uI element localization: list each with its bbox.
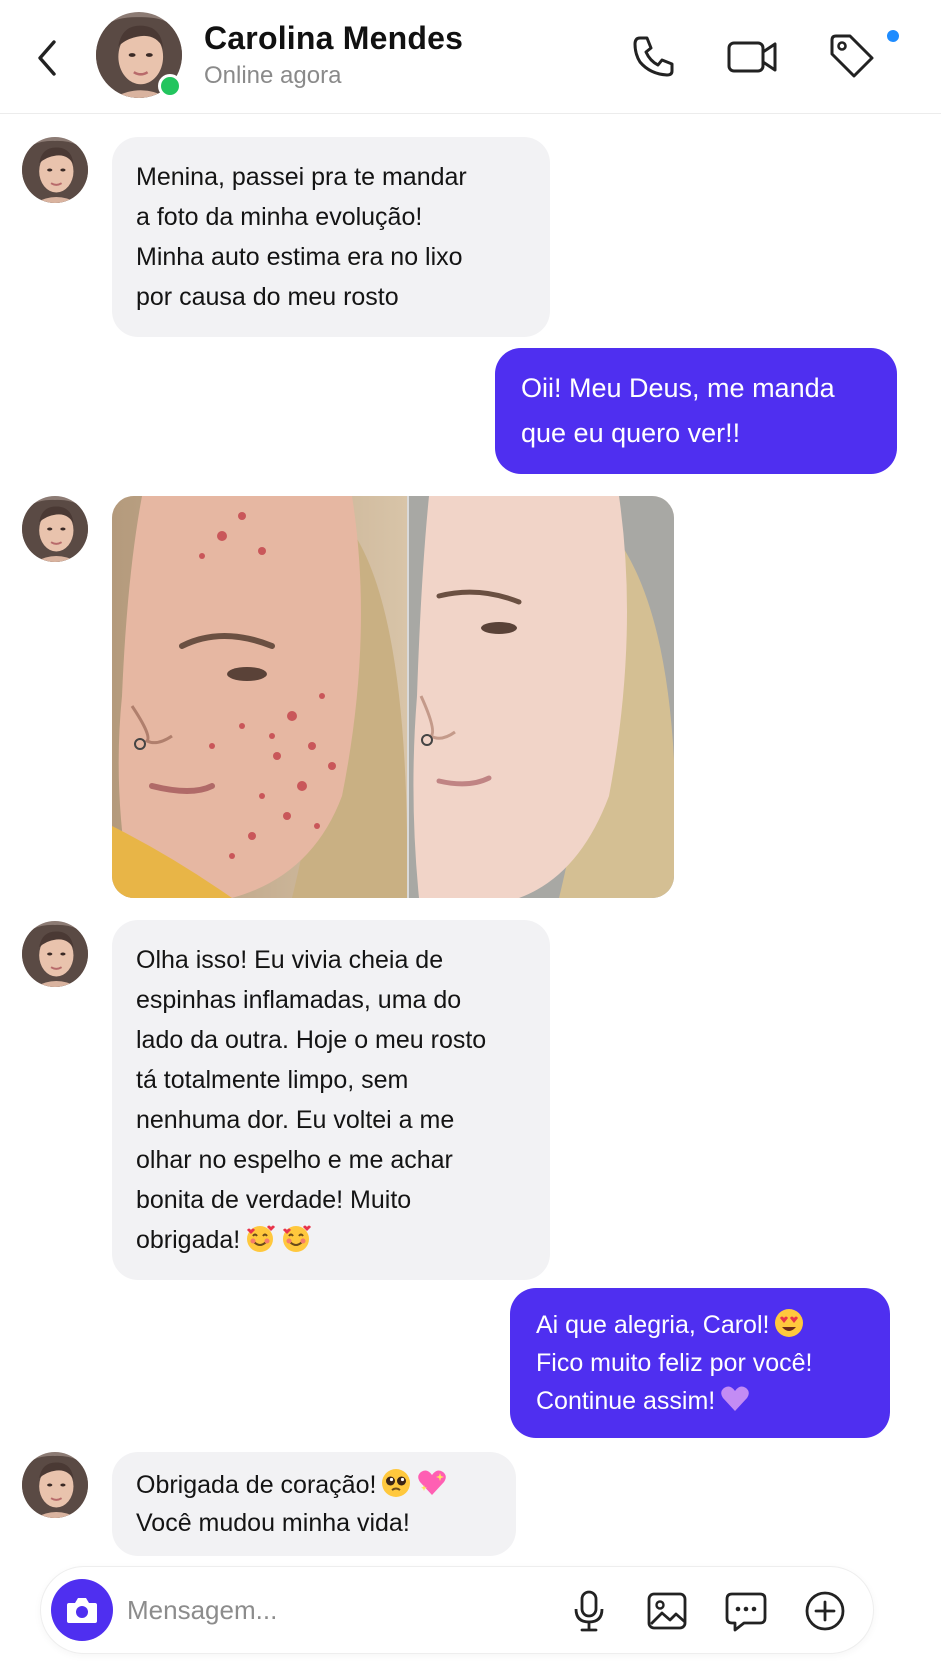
message-line: Ai que alegria, Carol! — [536, 1306, 864, 1344]
notification-badge — [885, 28, 901, 44]
image-icon[interactable] — [643, 1587, 691, 1635]
camera-icon — [67, 1598, 97, 1623]
message-line: a foto da minha evolução! — [136, 203, 423, 231]
message-line: Você mudou minha vida! — [136, 1509, 410, 1537]
message-line: que eu quero ver!! — [521, 418, 741, 448]
message-composer — [40, 1566, 874, 1654]
contact-status: Online agora — [204, 62, 342, 89]
message-line: Menina, passei pra te mandar — [136, 163, 467, 191]
message-bubble-incoming[interactable]: Obrigada de coração! Você mudou minha vi… — [112, 1452, 516, 1556]
avatar-image — [22, 496, 88, 562]
message-line: tá totalmente limpo, sem — [136, 1066, 409, 1094]
message-bubble-outgoing[interactable]: Oii! Meu Deus, me manda que eu quero ver… — [495, 348, 897, 474]
tag-icon[interactable] — [824, 28, 880, 84]
sparkling-heart-emoji — [418, 1470, 447, 1495]
sender-avatar[interactable] — [22, 921, 88, 987]
message-bubble-incoming[interactable]: Menina, passei pra te mandar a foto da m… — [112, 137, 550, 337]
message-line: nenhuma dor. Eu voltei a me — [136, 1106, 455, 1134]
avatar-image — [22, 137, 88, 203]
message-bubble-outgoing[interactable]: Ai que alegria, Carol! Fico muito feliz … — [510, 1288, 890, 1438]
heart-eyes-emoji — [775, 1309, 804, 1337]
contact-name[interactable]: Carolina Mendes — [204, 20, 463, 57]
smiling-face-with-hearts-emoji — [247, 1225, 276, 1252]
message-line: Oii! Meu Deus, me manda — [521, 373, 835, 403]
avatar-image — [22, 921, 88, 987]
back-icon[interactable] — [30, 34, 66, 82]
message-line: Minha auto estima era no lixo — [136, 243, 463, 271]
chat-header: Carolina Mendes Online agora — [0, 0, 941, 114]
message-input[interactable] — [127, 1585, 557, 1635]
message-line-text: Obrigada de coração! — [136, 1471, 377, 1499]
camera-button[interactable] — [51, 1579, 113, 1641]
sender-avatar[interactable] — [22, 1452, 88, 1518]
message-line-text: Continue assim! — [536, 1387, 716, 1415]
online-status-dot — [158, 74, 182, 98]
before-after-photo[interactable] — [112, 496, 674, 898]
phone-icon[interactable] — [626, 28, 682, 84]
purple-heart-emoji — [721, 1386, 750, 1411]
smiling-face-with-hearts-emoji — [283, 1225, 312, 1252]
message-line: Olha isso! Eu vivia cheia de — [136, 946, 444, 974]
sender-avatar[interactable] — [22, 137, 88, 203]
pleading-face-emoji — [382, 1469, 411, 1497]
microphone-icon[interactable] — [565, 1587, 613, 1635]
message-line: obrigada! — [136, 1220, 526, 1260]
message-line: olhar no espelho e me achar — [136, 1146, 453, 1174]
message-line: bonita de verdade! Muito — [136, 1186, 412, 1214]
message-bubble-incoming[interactable]: Olha isso! Eu vivia cheia de espinhas in… — [112, 920, 550, 1280]
video-icon[interactable] — [724, 28, 780, 84]
message-line-text: obrigada! — [136, 1226, 241, 1254]
photo-before — [112, 496, 407, 898]
message-line: por causa do meu rosto — [136, 283, 399, 311]
message-line: lado da outra. Hoje o meu rosto — [136, 1026, 487, 1054]
avatar-image — [22, 1452, 88, 1518]
photo-after — [409, 496, 674, 898]
message-line: espinhas inflamadas, uma do — [136, 986, 462, 1014]
sender-avatar[interactable] — [22, 496, 88, 562]
message-line: Obrigada de coração! — [136, 1466, 492, 1504]
chat-icon[interactable] — [722, 1587, 770, 1635]
message-line: Continue assim! — [536, 1382, 864, 1420]
message-line-text: Ai que alegria, Carol! — [536, 1311, 770, 1339]
message-line: Fico muito feliz por você! — [536, 1349, 813, 1377]
plus-circle-icon[interactable] — [801, 1587, 849, 1635]
